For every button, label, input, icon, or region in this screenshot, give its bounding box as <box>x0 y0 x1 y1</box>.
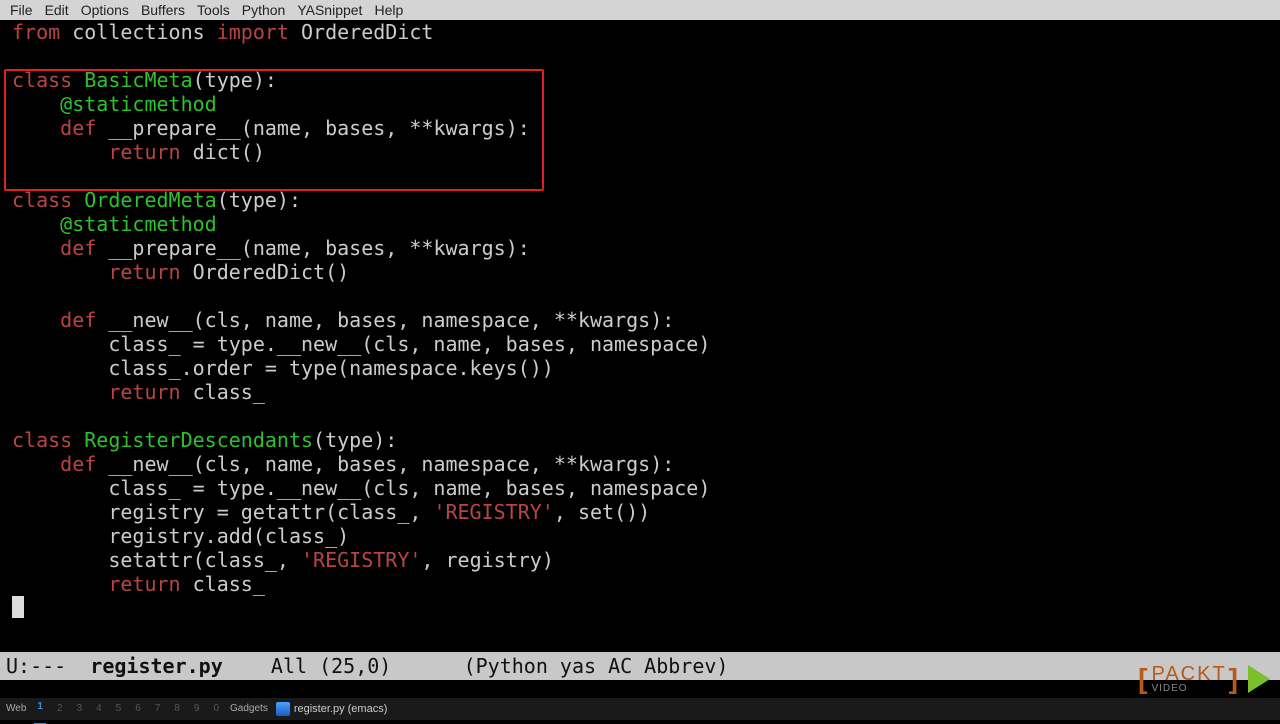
code-line <box>12 44 1280 68</box>
menubar: File Edit Options Buffers Tools Python Y… <box>0 0 1280 20</box>
logo-subtext: VIDEO <box>1151 684 1187 694</box>
workspace-7[interactable]: 7 <box>152 697 164 721</box>
workspace-5[interactable]: 5 <box>113 697 125 721</box>
workspace-3[interactable]: 3 <box>74 697 86 721</box>
code-line: class_.order = type(namespace.keys()) <box>12 356 1280 380</box>
code-line: class OrderedMeta(type): <box>12 188 1280 212</box>
code-line: registry.add(class_) <box>12 524 1280 548</box>
code-line: return dict() <box>12 140 1280 164</box>
workspace-6[interactable]: 6 <box>132 697 144 721</box>
code-line: registry = getattr(class_, 'REGISTRY', s… <box>12 500 1280 524</box>
menu-help[interactable]: Help <box>368 0 409 22</box>
workspace-1[interactable]: 1 <box>34 695 46 724</box>
menu-file[interactable]: File <box>4 0 39 22</box>
code-line <box>12 164 1280 188</box>
code-line: class BasicMeta(type): <box>12 68 1280 92</box>
workspace-2[interactable]: 2 <box>54 697 66 721</box>
code-line: @staticmethod <box>12 212 1280 236</box>
modeline: U:--- register.py All (25,0) (Python yas… <box>0 652 1280 680</box>
code-line: def __new__(cls, name, bases, namespace,… <box>12 452 1280 476</box>
taskbar: Web 1 2 3 4 5 6 7 8 9 0 Gadgets register… <box>0 698 1280 720</box>
code-line: from collections import OrderedDict <box>12 20 1280 44</box>
code-line: return OrderedDict() <box>12 260 1280 284</box>
workspace-9[interactable]: 9 <box>191 697 203 721</box>
modeline-buffer: register.py <box>90 654 222 678</box>
packt-logo: [ PACKT VIDEO ] <box>1138 664 1270 694</box>
code-line <box>12 284 1280 308</box>
app-icon <box>276 702 290 716</box>
menu-tools[interactable]: Tools <box>191 0 236 22</box>
workspace-8[interactable]: 8 <box>171 697 183 721</box>
code-line: class_ = type.__new__(cls, name, bases, … <box>12 476 1280 500</box>
cursor <box>12 596 24 618</box>
taskbar-label-gadgets: Gadgets <box>230 697 268 721</box>
code-line: setattr(class_, 'REGISTRY', registry) <box>12 548 1280 572</box>
taskbar-label-web: Web <box>6 697 26 721</box>
editor-area[interactable]: from collections import OrderedDict clas… <box>0 20 1280 596</box>
taskbar-task[interactable]: register.py (emacs) <box>276 697 388 721</box>
modeline-info: All (25,0) (Python yas AC Abbrev) <box>223 654 729 678</box>
menu-options[interactable]: Options <box>75 0 135 22</box>
task-label: register.py (emacs) <box>294 697 388 721</box>
code-line: def __new__(cls, name, bases, namespace,… <box>12 308 1280 332</box>
code-line: return class_ <box>12 380 1280 404</box>
play-icon <box>1248 665 1270 693</box>
logo-text: PACKT <box>1151 664 1226 684</box>
workspace-4[interactable]: 4 <box>93 697 105 721</box>
code-line: def __prepare__(name, bases, **kwargs): <box>12 236 1280 260</box>
code-line: class RegisterDescendants(type): <box>12 428 1280 452</box>
code-line: def __prepare__(name, bases, **kwargs): <box>12 116 1280 140</box>
menu-yasnippet[interactable]: YASnippet <box>291 0 368 22</box>
code-line: @staticmethod <box>12 92 1280 116</box>
menu-edit[interactable]: Edit <box>39 0 75 22</box>
code-line: class_ = type.__new__(cls, name, bases, … <box>12 332 1280 356</box>
code-line <box>12 404 1280 428</box>
modeline-status: U:--- <box>6 654 90 678</box>
menu-buffers[interactable]: Buffers <box>135 0 191 22</box>
menu-python[interactable]: Python <box>236 0 292 22</box>
code-line: return class_ <box>12 572 1280 596</box>
workspace-0[interactable]: 0 <box>210 697 222 721</box>
